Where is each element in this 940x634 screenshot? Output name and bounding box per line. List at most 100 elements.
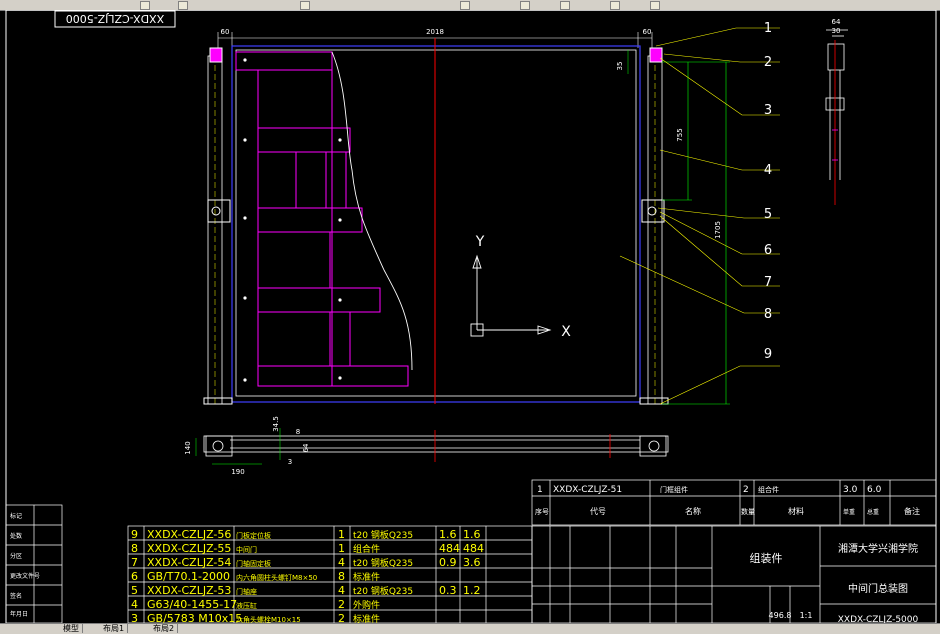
bom-cell-code: GB/5783 M10x15 bbox=[147, 612, 242, 623]
balloon-4: 4 bbox=[764, 163, 772, 178]
balloon-9: 9 bbox=[764, 347, 772, 362]
bom-cell-qty: 8 bbox=[338, 570, 345, 583]
stamp-code: XXDX-CZLJZ-5000 bbox=[66, 12, 164, 25]
weight-value: 496.8 bbox=[769, 611, 792, 620]
bom-cell-w2: 3.6 bbox=[463, 556, 481, 569]
bom-cell-material: 标准件 bbox=[353, 571, 380, 583]
ucs-x-label: X bbox=[561, 324, 571, 340]
balloon-6: 6 bbox=[764, 243, 772, 258]
row1-code: XXDX-CZLJZ-51 bbox=[553, 485, 622, 495]
bom-cell-qty: 2 bbox=[338, 612, 345, 623]
hdr-note: 备注 bbox=[904, 506, 920, 516]
rev-label-5: 签名 bbox=[10, 592, 22, 600]
bom-cell-name: 门板定位板 bbox=[236, 531, 271, 540]
bom-cell-no: 3 bbox=[131, 612, 138, 623]
bom-cell-name: 六角头螺栓M10×15 bbox=[236, 615, 301, 623]
bom-cell-name: 门轴固定板 bbox=[236, 559, 271, 568]
bom-cell-w2: 1.2 bbox=[463, 584, 481, 597]
balloon-3: 3 bbox=[764, 103, 772, 118]
hdr-total: 总重 bbox=[867, 508, 879, 516]
hdr-name: 名称 bbox=[685, 506, 701, 516]
bom-cell-no: 4 bbox=[131, 598, 138, 611]
dim-side-64: 64 bbox=[832, 18, 841, 26]
balloon-5: 5 bbox=[764, 207, 772, 222]
hdr-qty: 数量 bbox=[741, 507, 755, 516]
title-block bbox=[531, 525, 937, 623]
toolbar-button-8[interactable] bbox=[650, 1, 660, 10]
bom-cell-w1: 484 bbox=[439, 542, 460, 555]
bom-cell-qty: 4 bbox=[338, 584, 345, 597]
hdr-no: 序号 bbox=[535, 507, 549, 516]
scale-value: 1:1 bbox=[800, 611, 813, 620]
bom-cell-name: 液压缸 bbox=[236, 601, 257, 610]
dim-bottom-190: 190 bbox=[231, 468, 244, 476]
bom-cell-w1: 0.9 bbox=[439, 556, 457, 569]
toolbar-button-6[interactable] bbox=[560, 1, 570, 10]
hdr-unit: 单重 bbox=[843, 508, 855, 516]
bom-cell-material: t20 钢板Q235 bbox=[353, 529, 413, 541]
balloon-7: 7 bbox=[764, 275, 772, 290]
bottom-view bbox=[195, 428, 669, 465]
bom-cell-no: 8 bbox=[131, 542, 138, 555]
bom-cell-qty: 2 bbox=[338, 598, 345, 611]
tab-layout1[interactable]: 布局1 bbox=[100, 624, 129, 633]
drawing-name: 中间门总装图 bbox=[848, 582, 908, 595]
school-name: 湘潭大学兴湘学院 bbox=[838, 542, 918, 555]
hdr-code: 代号 bbox=[590, 506, 606, 516]
bom-cell-name: 中间门 bbox=[236, 545, 257, 554]
bom-cell-material: 组合件 bbox=[353, 543, 380, 555]
dim-bottom-34-5: 34.5 bbox=[272, 416, 280, 432]
hdr-material: 材料 bbox=[788, 506, 804, 516]
bottom-code: XXDX-CZLJZ-5000 bbox=[838, 615, 919, 623]
bom-cell-qty: 4 bbox=[338, 556, 345, 569]
toolbar-button-2[interactable] bbox=[178, 1, 188, 10]
bom-cell-w2: 1.6 bbox=[463, 528, 481, 541]
bom-cell-material: 外购件 bbox=[353, 599, 380, 611]
toolbar-button-1[interactable] bbox=[140, 1, 150, 10]
ucs-y-label: Y bbox=[475, 234, 485, 250]
tab-layout2[interactable]: 布局2 bbox=[150, 624, 179, 633]
balloon-2: 2 bbox=[764, 55, 772, 70]
drawing-canvas[interactable]: XXDX-CZLJZ-5000 60 2018 60 755 1705 35 Y… bbox=[0, 10, 940, 623]
bom-cell-code: GB/T70.1-2000 bbox=[147, 570, 230, 583]
toolbar-button-4[interactable] bbox=[460, 1, 470, 10]
bom-cell-qty: 1 bbox=[338, 542, 345, 555]
bom-cell-name: 内六角圆柱头螺钉M8×50 bbox=[236, 573, 317, 582]
bom-cell-name: 门轴座 bbox=[236, 587, 257, 596]
tab-model[interactable]: 模型 bbox=[60, 624, 83, 633]
bom-cell-material: t20 钢板Q235 bbox=[353, 557, 413, 569]
bom-cell-code: XXDX-CZLJZ-55 bbox=[147, 542, 231, 555]
row1-no: 1 bbox=[537, 485, 543, 495]
row1-qty: 2 bbox=[743, 485, 749, 495]
dim-top-right: 60 bbox=[643, 28, 652, 36]
bom-rows: 9 XXDX-CZLJZ-56 门板定位板 1 t20 钢板Q235 1.6 1.6 8 XXD… bbox=[131, 528, 484, 623]
dim-bottom-140: 140 bbox=[184, 441, 192, 454]
dim-top-total: 2018 bbox=[426, 28, 444, 36]
dim-bottom-64: 64 bbox=[302, 443, 310, 452]
front-view: 60 2018 60 755 1705 35 Y X 1 2 3 4 5 6 7… bbox=[203, 21, 780, 405]
bom-cell-material: t20 钢板Q235 bbox=[353, 585, 413, 597]
toolbar-button-5[interactable] bbox=[520, 1, 530, 10]
bom-cell-code: XXDX-CZLJZ-53 bbox=[147, 584, 231, 597]
dim-top-left: 60 bbox=[221, 28, 230, 36]
rev-label-6: 年月日 bbox=[10, 610, 28, 618]
bom-cell-w1: 0.3 bbox=[439, 584, 457, 597]
row1-material: 组合件 bbox=[758, 485, 779, 494]
toolbar-button-3[interactable] bbox=[300, 1, 310, 10]
bom-cell-qty: 1 bbox=[338, 528, 345, 541]
side-view bbox=[825, 29, 848, 205]
toolbar-button-7[interactable] bbox=[610, 1, 620, 10]
bom-cell-no: 6 bbox=[131, 570, 138, 583]
dim-1705: 1705 bbox=[714, 221, 722, 239]
bom-cell-code: G63/40-1455-17 bbox=[147, 598, 237, 611]
bom-cell-code: XXDX-CZLJZ-54 bbox=[147, 556, 231, 569]
layout-tabs-bar: 模型 布局1 布局2 bbox=[0, 623, 940, 634]
balloon-1: 1 bbox=[764, 21, 772, 36]
bom-cell-no: 9 bbox=[131, 528, 138, 541]
rev-label-3: 分区 bbox=[10, 552, 22, 560]
row1-w2: 6.0 bbox=[867, 485, 882, 495]
bom-cell-material: 标准件 bbox=[353, 613, 380, 623]
dim-755: 755 bbox=[676, 128, 684, 141]
rev-label-2: 处数 bbox=[10, 532, 22, 540]
dim-bottom-3: 3 bbox=[288, 458, 292, 466]
